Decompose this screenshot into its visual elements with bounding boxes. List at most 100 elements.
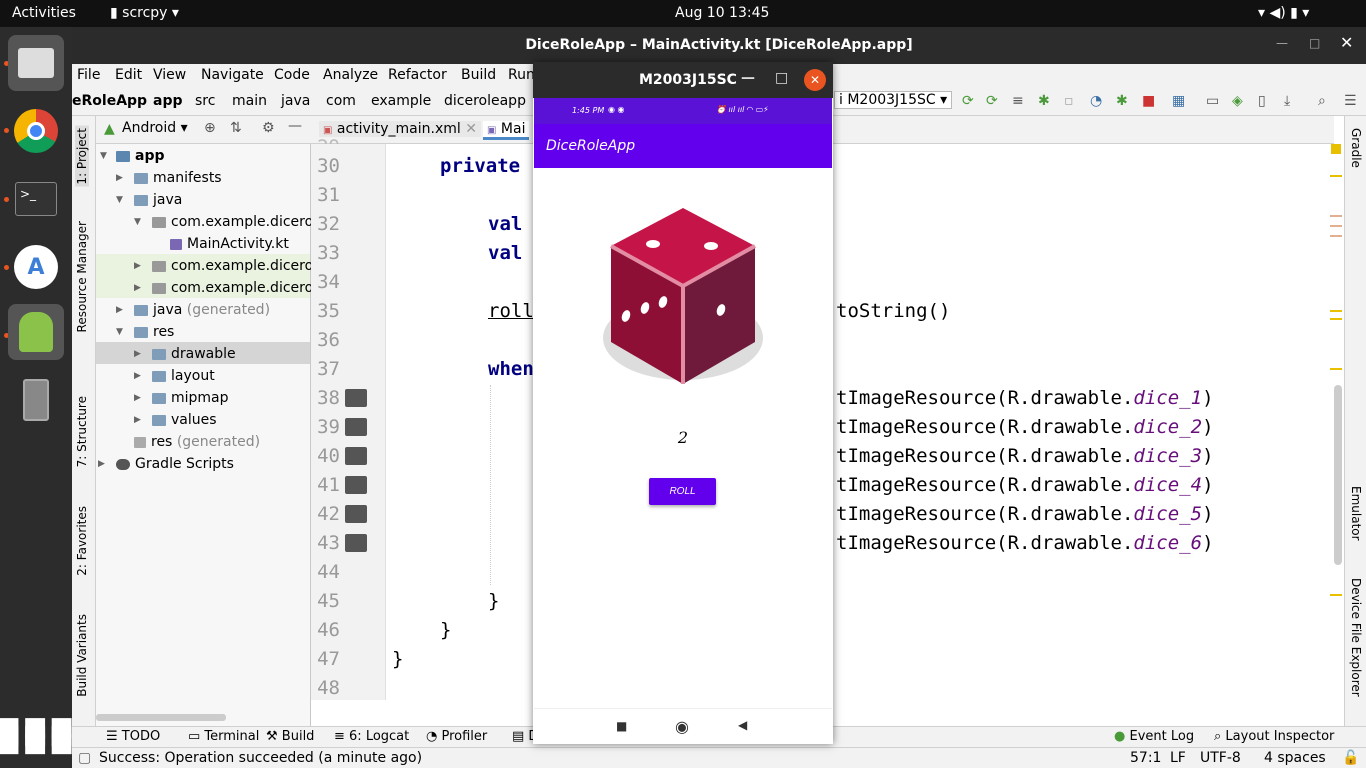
breadcrumb-app[interactable]: app [153, 93, 183, 109]
warning-mark[interactable] [1330, 175, 1342, 177]
breadcrumb-main[interactable]: main [232, 93, 267, 109]
close-icon[interactable]: ✕ [1340, 33, 1353, 52]
warning-mark[interactable] [1330, 235, 1342, 237]
menu-analyze[interactable]: Analyze [323, 67, 378, 83]
breadcrumb-example[interactable]: example [371, 93, 431, 109]
tool-layout-inspector[interactable]: ⌕ Layout Inspector [1214, 729, 1334, 744]
inspection-marker[interactable] [1331, 144, 1341, 154]
phone-device-icon[interactable] [8, 372, 64, 428]
tree-item-mainactivity[interactable]: MainActivity.kt [170, 233, 289, 255]
warning-mark[interactable] [1330, 225, 1342, 227]
breadcrumb-com[interactable]: com [326, 93, 356, 109]
back-icon[interactable]: ◀ [738, 718, 747, 732]
tab-device-file-explorer[interactable]: Device File Explorer [1349, 578, 1363, 697]
tool-event-log[interactable]: ● Event Log [1114, 729, 1194, 744]
tree-item-manifests[interactable]: manifests [134, 167, 222, 189]
warning-mark[interactable] [1330, 318, 1342, 320]
gear-icon[interactable]: ⚙ [262, 120, 275, 136]
tree-item-mipmap[interactable]: mipmap [152, 387, 229, 409]
roll-button[interactable]: ROLL [649, 478, 716, 505]
minimize-icon[interactable]: — [1276, 36, 1288, 50]
close-tab-icon[interactable]: ✕ [465, 121, 477, 137]
maximize-icon[interactable]: □ [775, 70, 788, 86]
menu-refactor[interactable]: Refactor [388, 67, 447, 83]
tab-resource-manager[interactable]: Resource Manager [75, 221, 89, 332]
sdk-manager-icon[interactable]: ◈ [1232, 93, 1243, 109]
breadcrumb-package[interactable]: diceroleapp [444, 93, 526, 109]
image-gutter-icon[interactable] [345, 505, 367, 523]
status-message[interactable]: Success: Operation succeeded (a minute a… [99, 750, 422, 766]
android-studio-icon[interactable]: A [8, 239, 64, 295]
tab-favorites[interactable]: 2: Favorites [75, 506, 89, 576]
device-icon[interactable]: ▯ [1258, 93, 1266, 109]
tab-build-variants[interactable]: Build Variants [75, 614, 89, 697]
app-menu[interactable]: ▮ scrcpy ▾ [110, 5, 179, 21]
tree-item-layout[interactable]: layout [152, 365, 215, 387]
avd-manager-icon[interactable]: ▭ [1206, 93, 1219, 109]
menu-edit[interactable]: Edit [115, 67, 142, 83]
activities-button[interactable]: Activities [12, 5, 76, 21]
hide-icon[interactable]: — [288, 118, 302, 134]
clock[interactable]: Aug 10 13:45 [675, 5, 769, 21]
tree-item-values[interactable]: values [152, 409, 217, 431]
lock-icon[interactable]: 🔓 [1342, 750, 1359, 766]
caret-position[interactable]: 57:1 [1130, 750, 1161, 766]
tab-activity-main-xml[interactable]: ▣ activity_main.xml ✕ [319, 121, 481, 137]
minimize-icon[interactable]: — [741, 70, 755, 86]
menu-code[interactable]: Code [274, 67, 310, 83]
tab-project[interactable]: 1: Project [75, 126, 89, 187]
tool-build[interactable]: ⚒ Build [266, 729, 314, 744]
tool-terminal[interactable]: ▭ Terminal [188, 729, 259, 744]
collapse-icon[interactable]: ⇅ [230, 120, 242, 136]
status-toggle-icon[interactable]: ▢ [78, 750, 91, 766]
search-icon[interactable]: ⌕ [1318, 93, 1326, 109]
horizontal-scrollbar[interactable] [96, 714, 226, 721]
debug-icon[interactable]: ✱ [1038, 93, 1050, 109]
menu-view[interactable]: View [153, 67, 186, 83]
image-gutter-icon[interactable] [345, 389, 367, 407]
warning-mark[interactable] [1330, 368, 1342, 370]
tree-item-app[interactable]: app [116, 145, 165, 167]
stop-icon[interactable]: ■ [1142, 93, 1155, 109]
home-icon[interactable]: ◉ [675, 717, 689, 736]
tab-emulator[interactable]: Emulator [1349, 486, 1363, 541]
chrome-icon[interactable] [8, 103, 64, 159]
tree-item-res-generated[interactable]: res (generated) [134, 431, 260, 453]
tree-item-java[interactable]: java [134, 189, 182, 211]
file-encoding[interactable]: UTF-8 [1200, 750, 1241, 766]
line-separator[interactable]: LF [1170, 750, 1186, 766]
warning-mark[interactable] [1330, 215, 1342, 217]
tree-item-res[interactable]: res [134, 321, 174, 343]
indent-setting[interactable]: 4 spaces [1264, 750, 1326, 766]
show-apps-icon[interactable]: ■■■ ■■■ ■■■ [0, 707, 74, 763]
run-icon[interactable]: ⟳ [962, 93, 974, 109]
system-tray-icons[interactable]: ▾ ◀) ▮ ▾ [1258, 5, 1309, 21]
breadcrumb-project[interactable]: eRoleApp [72, 93, 147, 109]
image-gutter-icon[interactable] [345, 534, 367, 552]
tree-item-drawable[interactable]: drawable [152, 343, 236, 365]
apply-changes-icon[interactable]: ⟳ [986, 93, 998, 109]
breadcrumb-src[interactable]: src [195, 93, 215, 109]
tree-item-package-test[interactable]: com.example.dicerol [152, 255, 317, 277]
warning-mark[interactable] [1330, 310, 1342, 312]
recents-icon[interactable]: ■ [616, 719, 627, 733]
device-selector[interactable]: i M2003J15SC ▾ [834, 91, 953, 109]
profile-icon[interactable]: ◔ [1090, 93, 1102, 109]
tab-structure[interactable]: 7: Structure [75, 396, 89, 467]
download-icon[interactable]: ⤓ [1284, 93, 1290, 109]
tree-item-gradle-scripts[interactable]: Gradle Scripts [116, 453, 234, 475]
tree-item-package-androidtest[interactable]: com.example.dicerol [152, 277, 317, 299]
tool-logcat[interactable]: ≡ 6: Logcat [334, 729, 409, 744]
tool-todo[interactable]: ☰ TODO [106, 729, 160, 744]
tool-profiler[interactable]: ◔ Profiler [426, 729, 487, 744]
android-icon[interactable] [8, 304, 64, 360]
terminal-icon[interactable]: >_ [8, 171, 64, 227]
tab-gradle[interactable]: Gradle [1349, 128, 1363, 168]
maximize-icon[interactable]: □ [1309, 36, 1320, 50]
scope-icon[interactable]: ⊕ [204, 120, 216, 136]
image-gutter-icon[interactable] [345, 418, 367, 436]
breadcrumb-java[interactable]: java [281, 93, 310, 109]
project-view-selector[interactable]: Android ▾ [122, 120, 188, 136]
files-icon[interactable] [8, 35, 64, 91]
warning-mark[interactable] [1330, 594, 1342, 596]
